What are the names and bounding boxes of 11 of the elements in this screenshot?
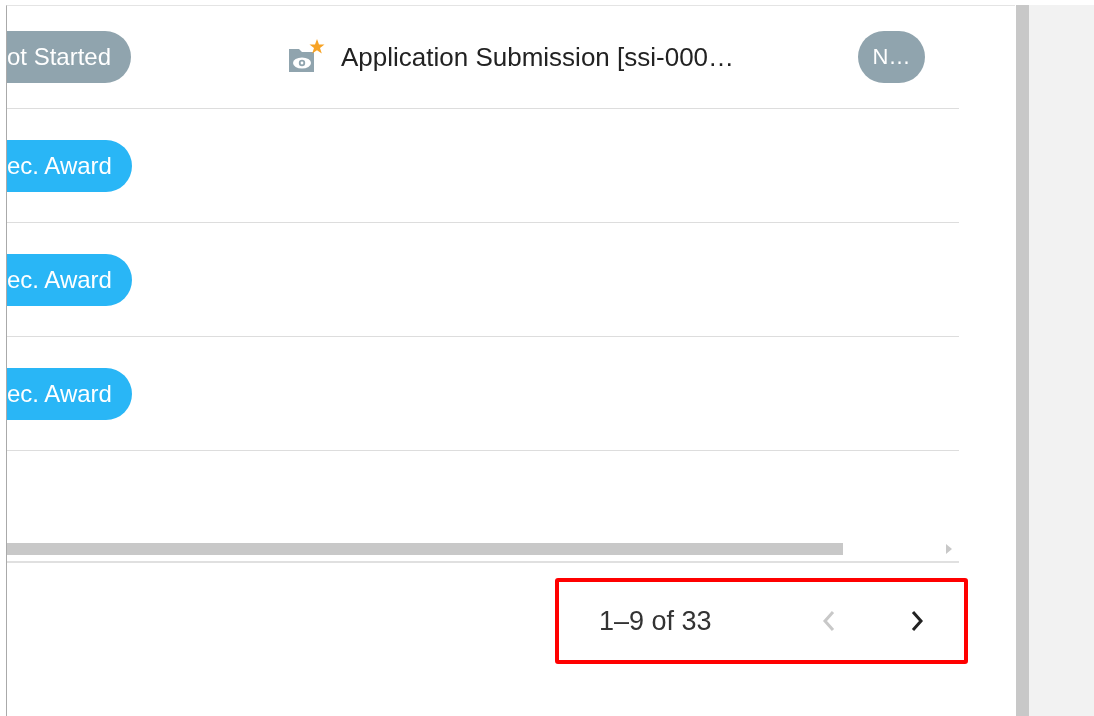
vertical-scrollbar[interactable] [1016,5,1029,716]
status-badge: ec. Award [7,253,132,306]
status-badge: ot Started [7,31,132,83]
chevron-left-icon [821,609,837,633]
status-badge: ec. Award [7,139,132,192]
document-title[interactable]: Application Submission [ssi-000… [341,41,735,73]
chevron-right-icon [909,609,925,633]
page-range: 1–9 of 33 [599,605,713,637]
scroll-right-arrow-icon[interactable] [946,544,952,554]
status-badge: N… [858,31,925,83]
status-badge: ec. Award [7,367,132,420]
